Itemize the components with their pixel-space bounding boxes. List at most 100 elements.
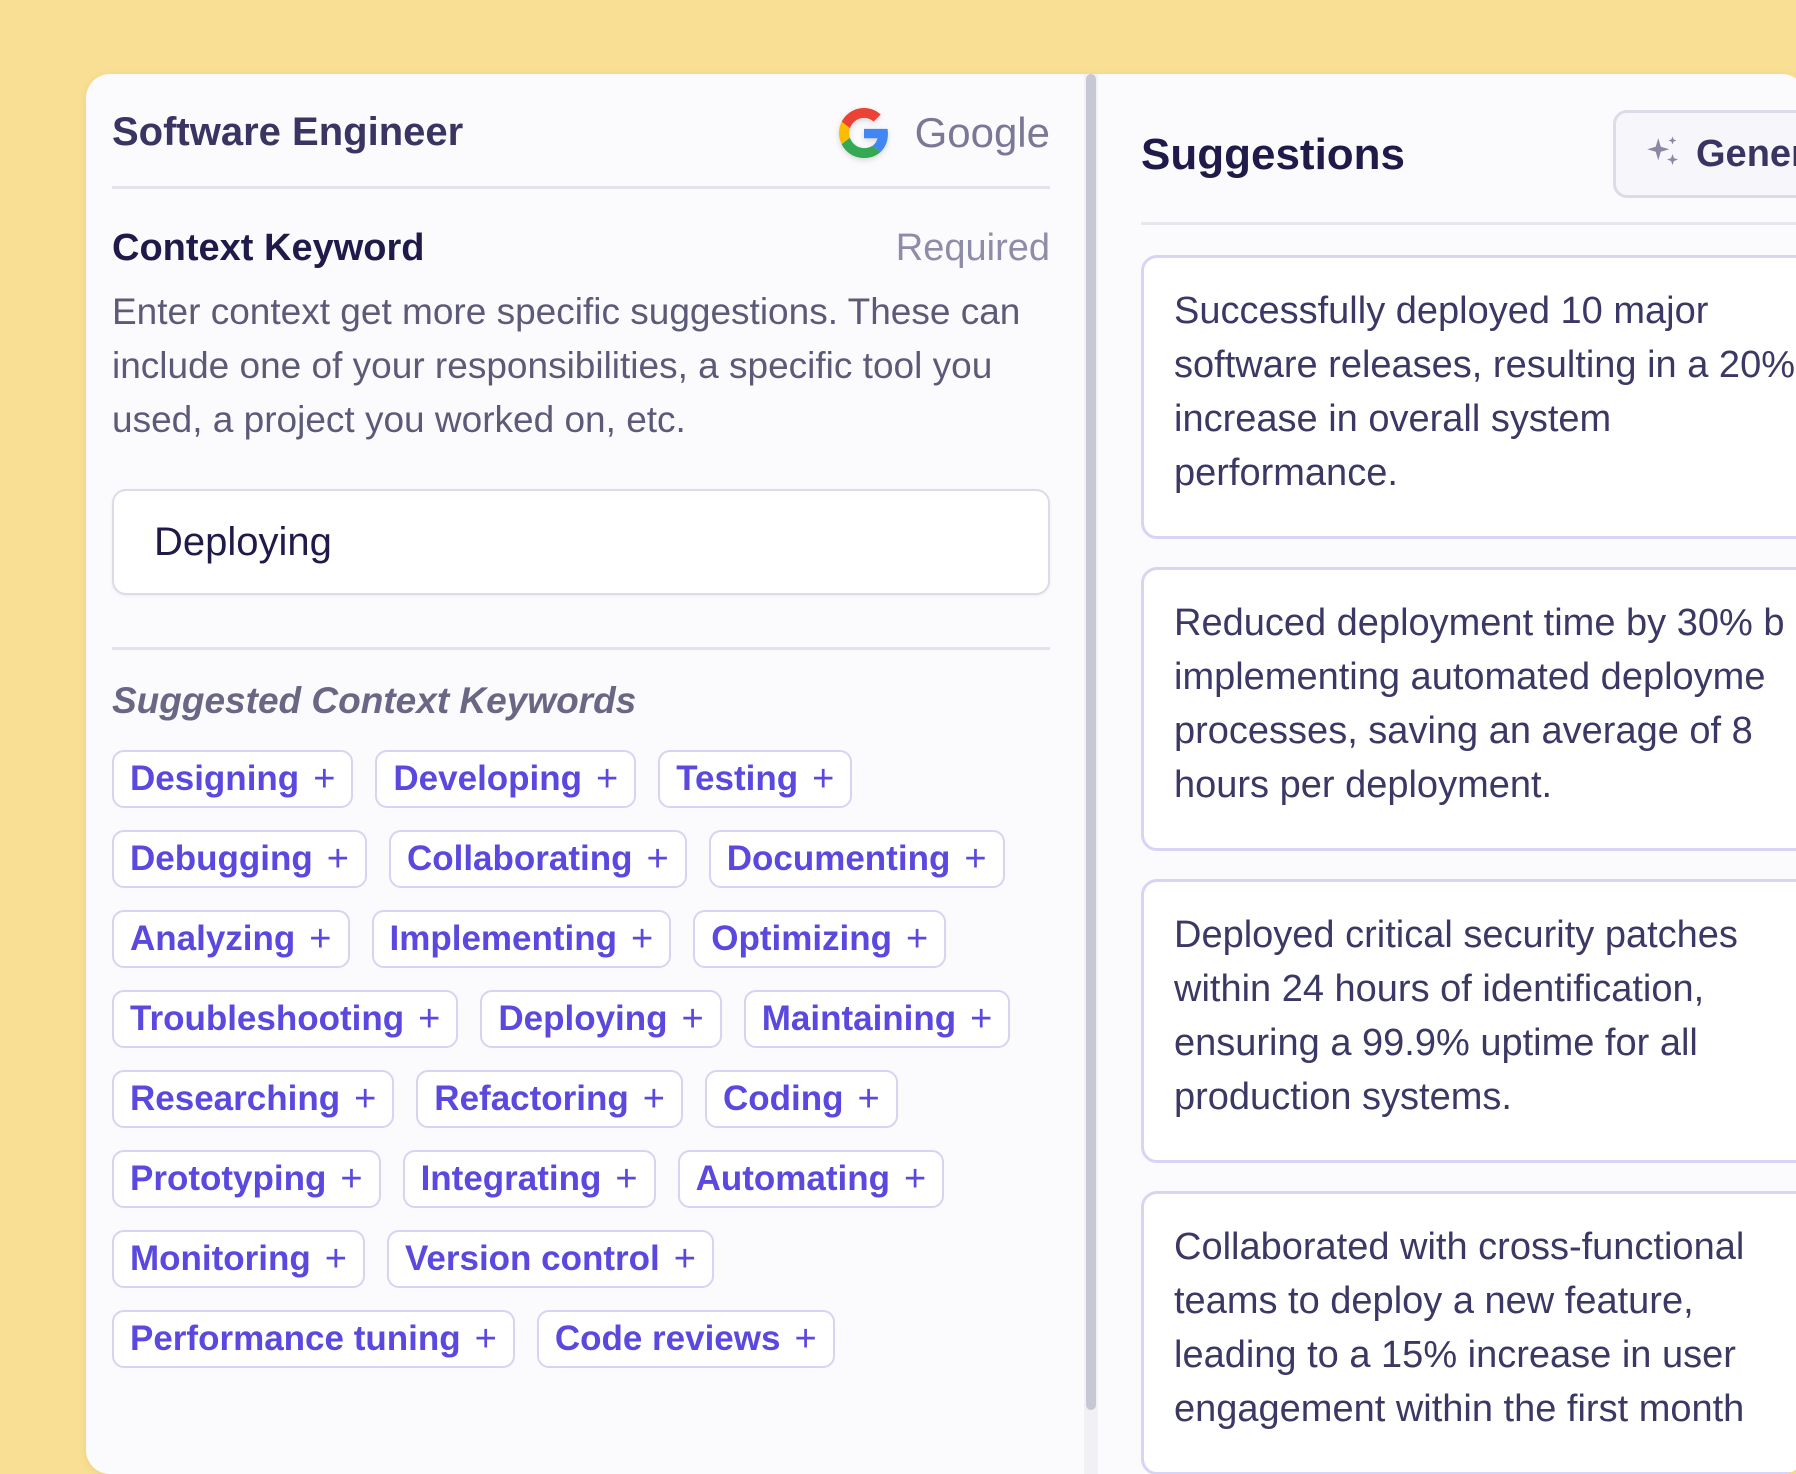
suggestion-card[interactable]: Collaborated with cross-functional teams … (1141, 1191, 1796, 1474)
context-description: Enter context get more specific suggesti… (112, 291, 1021, 440)
generate-button[interactable]: Gener (1613, 110, 1796, 198)
suggestions-pane: Suggestions Gener Successfully deployed … (1141, 74, 1796, 1474)
keyword-chip[interactable]: Analyzing + (112, 910, 350, 968)
suggestion-text-line: Successfully deployed 10 major (1174, 290, 1709, 332)
suggestion-card[interactable]: Deployed critical security patches within… (1141, 879, 1796, 1163)
keyword-chip-label: Deploying (498, 999, 668, 1038)
plus-icon: + (642, 1077, 665, 1120)
suggestion-text-line: Reduced deployment time by 30% b (1174, 602, 1785, 644)
keyword-chip-label: Testing (676, 759, 799, 798)
scrollbar-thumb[interactable] (1086, 74, 1096, 1410)
context-keyword-field[interactable] (112, 489, 1050, 595)
keyword-chip[interactable]: Debugging + (112, 830, 367, 888)
plus-icon: + (673, 1237, 696, 1280)
plus-icon: + (615, 1157, 638, 1200)
plus-icon: + (646, 837, 669, 880)
plus-icon: + (354, 1077, 377, 1120)
plus-icon: + (596, 757, 619, 800)
job-title: Software Engineer (112, 110, 464, 154)
keyword-chip-label: Implementing (389, 919, 618, 958)
suggestion-text-line: within 24 hours of identification, (1174, 968, 1705, 1010)
keyword-chip[interactable]: Prototyping + (112, 1150, 381, 1208)
keyword-chip[interactable]: Documenting + (708, 830, 1005, 888)
plus-icon: + (794, 1317, 817, 1360)
suggestion-text-line: increase in overall system (1174, 398, 1612, 440)
suggestion-text-line: software releases, resulting in a 20% (1174, 344, 1795, 386)
keyword-chip[interactable]: Designing + (112, 750, 354, 808)
plus-icon: + (964, 837, 987, 880)
suggestion-card-list: Successfully deployed 10 major software r… (1141, 255, 1796, 1474)
plus-icon: + (857, 1077, 880, 1120)
company-name: Google (914, 109, 1050, 156)
keyword-chip[interactable]: Coding + (704, 1070, 898, 1128)
plus-icon: + (970, 997, 993, 1040)
keyword-chip-label: Troubleshooting (130, 999, 405, 1038)
plus-icon: + (313, 757, 336, 800)
keyword-chip-label: Maintaining (761, 999, 957, 1038)
keyword-chip[interactable]: Maintaining + (743, 990, 1011, 1048)
keyword-chip[interactable]: Troubleshooting + (112, 990, 459, 1048)
suggestions-title: Suggestions (1141, 130, 1406, 179)
keyword-chip-label: Analyzing (130, 919, 296, 958)
plus-icon: + (326, 837, 349, 880)
keyword-chip-label: Designing (130, 759, 300, 798)
keyword-chip[interactable]: Version control + (386, 1230, 714, 1288)
plus-icon: + (418, 997, 441, 1040)
keyword-chip-label: Debugging (130, 839, 313, 878)
keyword-chip[interactable]: Code reviews + (536, 1310, 835, 1368)
suggestion-text-line: ensuring a 99.9% uptime for all (1174, 1022, 1698, 1064)
suggestions-header: Suggestions Gener (1141, 74, 1796, 225)
plus-icon: + (681, 997, 704, 1040)
suggestion-text-line: processes, saving an average of 8 (1174, 710, 1753, 752)
required-label: Required (895, 227, 1050, 269)
keyword-chip[interactable]: Implementing + (371, 910, 672, 968)
keyword-chip[interactable]: Deploying + (480, 990, 722, 1048)
keyword-chip-label: Documenting (726, 839, 951, 878)
sparkle-icon (1647, 136, 1679, 166)
plus-icon: + (324, 1237, 347, 1280)
keyword-chip[interactable]: Automating + (677, 1150, 945, 1208)
suggestion-text-line: teams to deploy a new feature, (1174, 1280, 1694, 1322)
keyword-chip[interactable]: Monitoring + (112, 1230, 365, 1288)
plus-icon: + (474, 1317, 497, 1360)
keyword-chip-label: Collaborating (406, 839, 633, 878)
suggestion-card[interactable]: Reduced deployment time by 30% b implemen… (1141, 567, 1796, 851)
context-keyword-title: Context Keyword (112, 227, 425, 269)
keyword-chip-label: Automating (695, 1159, 891, 1198)
suggestion-text-line: performance. (1174, 452, 1398, 494)
main-panel: Software Engineer Google Context Keyword… (86, 74, 1796, 1474)
suggestion-text-line: engagement within the first month (1174, 1388, 1745, 1430)
keyword-pane: Software Engineer Google Context Keyword… (112, 74, 1050, 1368)
keyword-chip[interactable]: Refactoring + (416, 1070, 683, 1128)
section-divider (112, 647, 1050, 650)
keyword-chip-label: Optimizing (711, 919, 893, 958)
suggestion-text-line: Deployed critical security patches (1174, 914, 1738, 956)
job-header: Software Engineer Google (112, 74, 1050, 189)
keyword-chip[interactable]: Developing + (375, 750, 637, 808)
generate-label: Gener (1696, 132, 1796, 175)
plus-icon: + (904, 1157, 927, 1200)
keyword-chip-label: Researching (130, 1079, 341, 1118)
keyword-chip[interactable]: Collaborating + (388, 830, 687, 888)
suggested-keywords-title: Suggested Context Keywords (112, 680, 637, 721)
keyword-chip-label: Version control (404, 1239, 660, 1278)
keyword-chip[interactable]: Performance tuning + (112, 1310, 515, 1368)
keyword-chip-label: Coding (722, 1079, 844, 1118)
keyword-chip[interactable]: Integrating + (402, 1150, 656, 1208)
keyword-chip-label: Performance tuning (130, 1319, 461, 1358)
company: Google (838, 108, 1050, 158)
suggestion-card[interactable]: Successfully deployed 10 major software r… (1141, 255, 1796, 539)
context-keyword-input[interactable] (152, 518, 1048, 566)
keyword-chip[interactable]: Optimizing + (693, 910, 947, 968)
google-logo-icon (838, 108, 888, 158)
keyword-chip-label: Refactoring (434, 1079, 629, 1118)
suggestion-text-line: production systems. (1174, 1076, 1512, 1118)
keyword-chip-label: Code reviews (554, 1319, 781, 1358)
suggestion-text-line: Collaborated with cross-functional (1174, 1226, 1745, 1268)
keyword-chip-list: Designing + Developing + Testing + Debugging + C… (112, 750, 1032, 1368)
plus-icon: + (906, 917, 929, 960)
keyword-chip[interactable]: Researching + (112, 1070, 395, 1128)
keyword-chip[interactable]: Testing + (658, 750, 853, 808)
plus-icon: + (631, 917, 654, 960)
suggestion-text-line: hours per deployment. (1174, 764, 1553, 806)
